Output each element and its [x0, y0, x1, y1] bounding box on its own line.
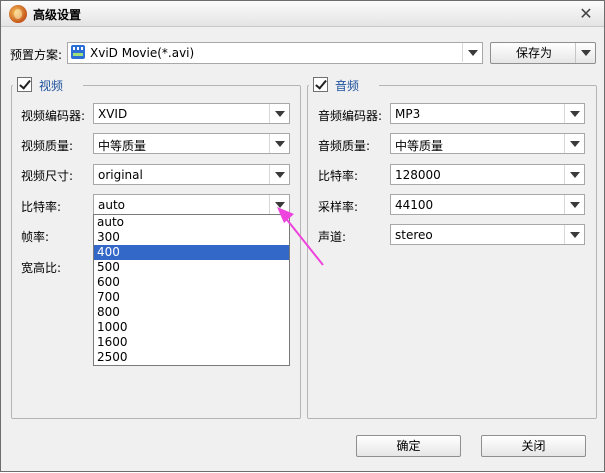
advanced-settings-dialog: 高级设置 ✕ 预置方案: XviD Movie(*.avi) 保存为 视频 视频… [0, 0, 605, 472]
annotation-arrow-icon [277, 207, 324, 266]
